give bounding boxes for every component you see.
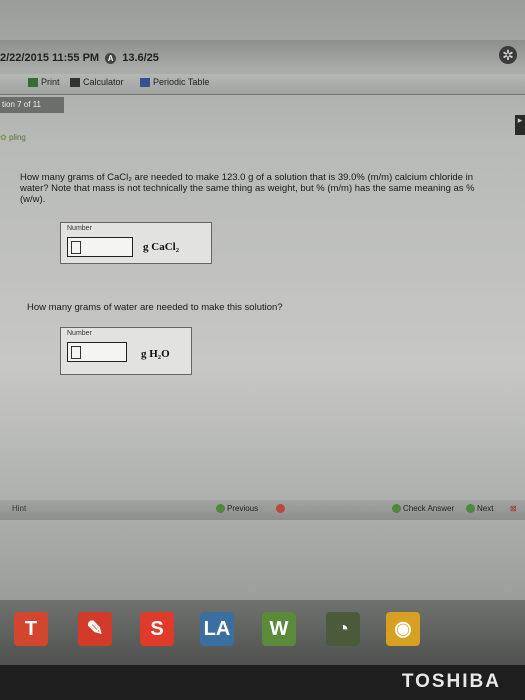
taskbar-app-s[interactable]: S bbox=[140, 612, 174, 646]
bottom-bar: Hint Previous Give Up & View Solution Ch… bbox=[0, 500, 525, 520]
checkbox-icon bbox=[71, 241, 81, 254]
checkbox-icon bbox=[71, 346, 81, 359]
timestamp-bar: 2/22/2015 11:55 PM A 13.6/25 bbox=[0, 52, 159, 64]
taskbar-app-t[interactable]: T bbox=[14, 612, 48, 646]
sapling-text: pling bbox=[8, 133, 26, 142]
calculator-button[interactable]: Calculator bbox=[70, 77, 124, 88]
previous-button[interactable]: Previous bbox=[216, 504, 259, 514]
check-icon bbox=[392, 504, 401, 514]
answer-input-1[interactable] bbox=[67, 237, 133, 257]
print-label: Print bbox=[41, 77, 60, 87]
question-text-2: How many grams of water are needed to ma… bbox=[27, 302, 283, 313]
exit-icon[interactable]: ⊠ bbox=[510, 504, 517, 513]
give-up-icon bbox=[276, 504, 285, 514]
laptop-bezel: TOSHIBA bbox=[0, 665, 525, 700]
periodic-table-button[interactable]: Periodic Table bbox=[140, 77, 210, 88]
screen: 2/22/2015 11:55 PM A 13.6/25 ✲ Print Cal… bbox=[0, 0, 525, 665]
unit-cacl2: g CaCl₂ bbox=[143, 241, 179, 253]
taskbar-app-notes[interactable]: ✎ bbox=[78, 612, 112, 646]
score-icon: A bbox=[105, 52, 117, 64]
next-icon bbox=[466, 504, 475, 514]
calculator-label: Calculator bbox=[83, 77, 124, 87]
check-answer-button[interactable]: Check Answer bbox=[392, 504, 455, 514]
question-panel: How many grams of CaCl₂ are needed to ma… bbox=[0, 150, 510, 510]
settings-gear-icon[interactable]: ✲ bbox=[499, 46, 517, 64]
unit-h2o: g H₂O bbox=[141, 348, 170, 360]
taskbar-app-la[interactable]: LA bbox=[200, 612, 234, 646]
print-button[interactable]: Print bbox=[28, 77, 60, 88]
number-label-1: Number bbox=[67, 225, 92, 232]
taskbar-app-w[interactable]: W bbox=[262, 612, 296, 646]
answer-input-2[interactable] bbox=[67, 342, 127, 362]
number-label-2: Number bbox=[67, 330, 92, 337]
toolbar: Print Calculator Periodic Table bbox=[0, 74, 525, 95]
side-tab[interactable]: ▸ bbox=[515, 115, 525, 135]
question-text: How many grams of CaCl₂ are needed to ma… bbox=[20, 172, 475, 205]
previous-icon bbox=[216, 504, 225, 514]
laptop-brand: TOSHIBA bbox=[401, 671, 501, 692]
calculator-icon bbox=[70, 78, 80, 88]
give-up-button[interactable]: Give Up & View Solution bbox=[276, 504, 375, 514]
check-answer-label: Check Answer bbox=[403, 504, 455, 513]
next-label: Next bbox=[477, 504, 494, 513]
taskbar: T ✎ S LA W ◔ ◉ bbox=[0, 600, 525, 665]
sapling-logo: ✿ pling bbox=[0, 133, 26, 142]
previous-label: Previous bbox=[227, 504, 259, 513]
give-up-label: Give Up & View Solution bbox=[287, 504, 375, 513]
periodic-table-label: Periodic Table bbox=[153, 77, 210, 87]
taskbar-app-gauge[interactable]: ◔ bbox=[326, 612, 360, 646]
hint-button[interactable]: Hint bbox=[12, 504, 26, 513]
sapling-leaf-icon: ✿ bbox=[0, 133, 7, 142]
answer-box-1: Number g CaCl₂ bbox=[60, 222, 212, 264]
timestamp: 2/22/2015 11:55 PM bbox=[0, 52, 100, 64]
next-button[interactable]: Next bbox=[466, 504, 494, 514]
score: 13.6/25 bbox=[122, 52, 159, 64]
taskbar-app-chrome[interactable]: ◉ bbox=[386, 612, 420, 646]
printer-icon bbox=[28, 78, 38, 88]
periodic-table-icon bbox=[140, 78, 150, 88]
question-nav[interactable]: tion 7 of 11 bbox=[0, 97, 64, 113]
answer-box-2: Number g H₂O bbox=[60, 327, 192, 375]
